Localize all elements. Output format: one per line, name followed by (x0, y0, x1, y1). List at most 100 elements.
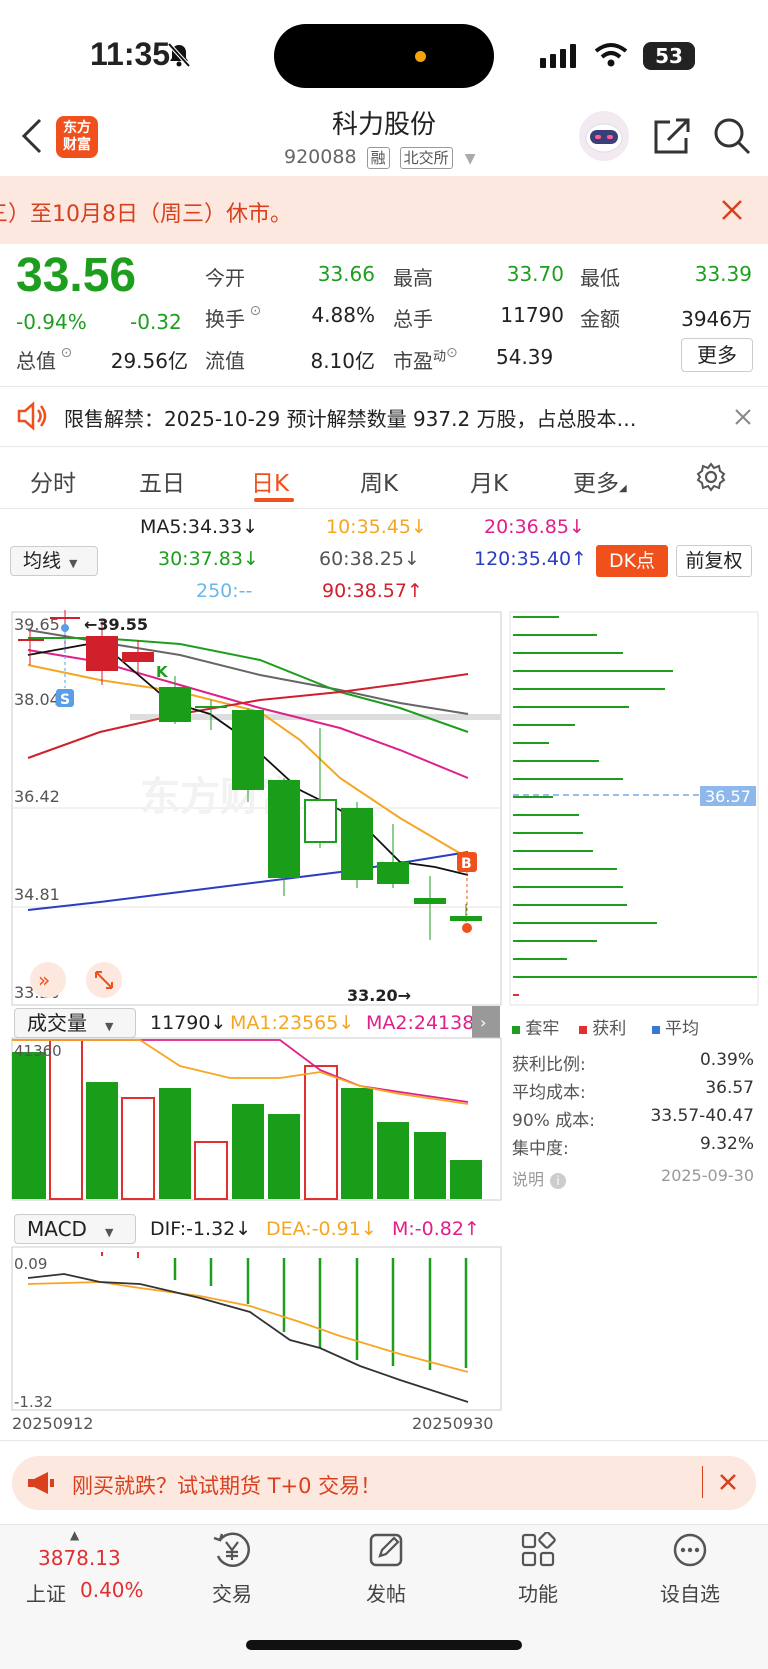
tab-more-label: 更多 (573, 471, 619, 497)
wifi-icon (594, 43, 628, 67)
search-icon[interactable] (712, 116, 752, 156)
tab-more[interactable]: 更多◢ (573, 464, 627, 498)
amount-value: 3946万 (681, 307, 752, 331)
ma10-value: 10:35.45↓ (326, 516, 427, 538)
info-icon[interactable]: ⊙ (245, 303, 261, 319)
nav-add-watchlist[interactable]: 设自选 (640, 1578, 740, 1607)
index-name[interactable]: 上证 (26, 1578, 66, 1607)
ma120-value: 120:35.40↑ (474, 548, 587, 570)
share-icon[interactable] (652, 116, 692, 156)
ma30-value: 30:37.83↓ (158, 548, 259, 570)
notice-text: 三）至10月8日（周三）休市。 (0, 202, 292, 227)
indicator-select[interactable]: 均线 ▼ (10, 546, 98, 576)
mktcap-label: 总值 ⊙ (16, 345, 72, 374)
volume-value: 11790 (500, 303, 564, 327)
home-indicator[interactable] (246, 1640, 522, 1650)
pe-label-text: 市盈 (393, 349, 433, 373)
volume-label: 总手 (393, 307, 433, 331)
chip-concentration-value: 9.32% (699, 1134, 754, 1154)
settings-gear-icon[interactable] (696, 462, 726, 492)
macd-frame (11, 1246, 502, 1411)
nav-post[interactable]: 发帖 (336, 1578, 436, 1607)
announcement-text[interactable]: 限售解禁：2025-10-29 预计解禁数量 937.2 万股，占总股本… (64, 403, 637, 432)
ma20-value: 20:36.85↓ (484, 516, 585, 538)
buy-signal-label: B (461, 856, 472, 872)
divider (0, 508, 768, 509)
high-value: 33.70 (506, 262, 564, 286)
chip-note-date: 2025-09-30 (661, 1166, 754, 1185)
dropdown-caret-icon: ▼ (69, 557, 78, 570)
promo-divider (702, 1466, 703, 1498)
tab-intraday[interactable]: 分时 (30, 464, 76, 498)
chip-note-label: 说明 (512, 1170, 545, 1189)
turnover-label-text: 换手 (205, 307, 245, 331)
high-label: 最高 (393, 266, 433, 290)
status-time: 11:35 (90, 36, 171, 72)
legend-profit: 获利 (592, 1019, 627, 1039)
volume-value: 11790↓ (150, 1012, 227, 1034)
close-icon[interactable] (720, 198, 744, 222)
ma250-value: 250:-- (196, 580, 253, 602)
legend-avg: 平均 (665, 1019, 700, 1039)
stock-code: 920088 (284, 146, 357, 168)
y-tick-3: 36.42 (14, 787, 60, 806)
divider (0, 1440, 768, 1441)
divider (0, 446, 768, 447)
legend-profit-swatch (578, 1026, 587, 1034)
tab-weekly-k[interactable]: 周K (360, 464, 398, 498)
index-value[interactable]: 3878.13 (38, 1546, 121, 1570)
pe-sup: 动 (433, 349, 447, 365)
volume-select-label: 成交量 (27, 1011, 87, 1035)
index-percent[interactable]: 0.40% (80, 1578, 144, 1602)
low-marker: 33.20→ (347, 986, 411, 1005)
close-icon[interactable] (734, 408, 752, 426)
sell-signal-label: S (60, 692, 70, 708)
tab-daily-k[interactable]: 日K (251, 464, 289, 498)
macd-select-label: MACD (27, 1217, 87, 1241)
close-icon[interactable] (718, 1472, 738, 1492)
chip-90-cost-value: 33.57-40.47 (650, 1106, 754, 1126)
stock-code-line[interactable]: 920088 融 北交所 ▼ (284, 146, 475, 169)
float-value: 8.10亿 (310, 349, 375, 373)
ma90-value: 90:38.57↑ (322, 580, 423, 602)
speaker-icon (17, 401, 47, 431)
chip-concentration-label: 集中度: (512, 1139, 569, 1159)
volume-indicator-select[interactable]: 成交量 ▼ (14, 1008, 136, 1038)
more-dots-icon[interactable] (672, 1532, 708, 1568)
date-end: 20250930 (412, 1414, 493, 1433)
nav-functions[interactable]: 功能 (488, 1578, 588, 1607)
tab-five-day[interactable]: 五日 (139, 464, 185, 498)
macd-y-top: 0.09 (14, 1255, 47, 1273)
tab-monthly-k[interactable]: 月K (470, 464, 508, 498)
high-marker: ←39.55 (84, 615, 148, 634)
k-signal-label: K (156, 663, 169, 681)
forward-adjust-button[interactable]: 前复权 (676, 545, 752, 577)
nav-trade[interactable]: 交易 (182, 1578, 282, 1607)
cellular-signal-icon (540, 44, 576, 68)
sell-point-dot (61, 624, 69, 632)
macd-y-bottom: -1.32 (14, 1393, 53, 1411)
compose-post-icon[interactable] (368, 1532, 404, 1568)
promo-text[interactable]: 刚买就跌？试试期货 T+0 交易！ (72, 1470, 381, 1500)
trade-yen-icon[interactable] (212, 1532, 252, 1568)
chip-avg-cost-value: 36.57 (705, 1078, 754, 1098)
function-grid-icon[interactable] (520, 1532, 556, 1568)
caret-up-icon: ▲ (70, 1528, 80, 1542)
chevron-right-icon: › (480, 1013, 486, 1032)
privacy-indicator-dot (415, 51, 426, 62)
info-icon[interactable]: ⊙ (56, 345, 72, 361)
open-value: 33.66 (317, 262, 375, 286)
more-quote-button[interactable]: 更多 (681, 338, 753, 372)
dk-point-button[interactable]: DK点 (596, 545, 668, 577)
robot-assistant-icon[interactable] (578, 110, 630, 162)
info-icon[interactable]: ⊙ (446, 345, 458, 361)
active-tab-indicator (254, 498, 294, 502)
amount-label: 金额 (580, 307, 620, 331)
volume-ma2: MA2:24138 (366, 1012, 472, 1034)
chip-90-cost-label: 90% 成本: (512, 1111, 595, 1131)
battery-indicator: 53 (643, 42, 695, 70)
macd-indicator-select[interactable]: MACD ▼ (14, 1214, 136, 1244)
chip-note-link[interactable]: 说明 i (512, 1166, 567, 1190)
float-label: 流值 (205, 349, 245, 373)
double-arrow-icon: » (38, 968, 50, 992)
